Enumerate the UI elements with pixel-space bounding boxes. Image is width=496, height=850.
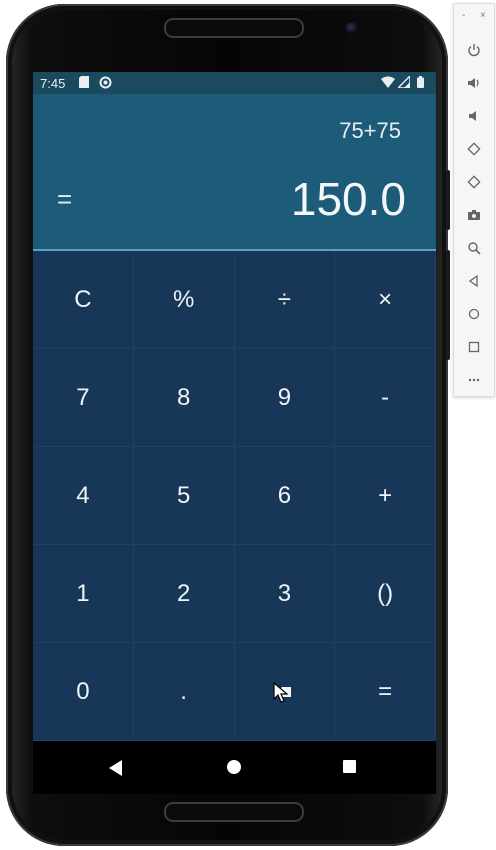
power-icon[interactable] <box>462 38 486 62</box>
keypad: C% ÷ × 7 8 9- 4 5 6 +1 2 3() 0. = <box>33 251 436 741</box>
front-camera <box>346 22 358 34</box>
key-parentheses[interactable]: () <box>335 545 436 643</box>
battery-icon <box>417 76 424 92</box>
rotate-left-icon[interactable] <box>462 137 486 161</box>
sd-card-icon <box>79 76 89 92</box>
zoom-icon[interactable] <box>462 236 486 260</box>
key-digit-3[interactable]: 3 <box>234 545 336 643</box>
status-time: 7:45 <box>40 76 66 91</box>
camera-icon[interactable] <box>462 203 486 227</box>
key-digit-4[interactable]: 4 <box>33 447 134 545</box>
key-digit-5[interactable]: 5 <box>133 447 235 545</box>
key-percent[interactable]: % <box>133 251 235 349</box>
minimize-button[interactable]: - <box>462 10 465 21</box>
navigation-bar <box>33 741 436 794</box>
rotate-right-icon[interactable] <box>462 170 486 194</box>
volume-down-icon[interactable] <box>462 104 486 128</box>
top-speaker <box>164 18 304 38</box>
home-icon[interactable] <box>462 302 486 326</box>
phone-frame: 7:45 75+75 = 150.0 C% ÷ × 7 8 9- 4 5 6 +1 2 3() 0. = <box>6 4 448 846</box>
key-digit-7[interactable]: 7 <box>33 349 134 447</box>
volume-up-icon[interactable] <box>462 71 486 95</box>
power-side-button <box>446 170 450 230</box>
emulator-toolbar: - × <box>453 3 495 397</box>
key-decimal[interactable]: . <box>133 643 235 741</box>
key-digit-8[interactable]: 8 <box>133 349 235 447</box>
volume-side-button <box>446 250 450 360</box>
result-text: 150.0 <box>290 173 406 225</box>
result-equals-sign: = <box>57 184 73 214</box>
key-digit-9[interactable]: 9 <box>234 349 336 447</box>
bottom-speaker <box>164 802 304 822</box>
nav-recents-icon[interactable] <box>343 760 356 773</box>
device-screen: 7:45 75+75 = 150.0 C% ÷ × 7 8 9- 4 5 6 +1 2 3() 0. = <box>33 72 436 794</box>
signal-icon <box>396 74 411 92</box>
status-bar: 7:45 <box>33 72 436 94</box>
key-equals[interactable]: = <box>335 643 436 741</box>
wifi-icon <box>381 76 395 92</box>
key-subtract[interactable]: - <box>335 349 436 447</box>
expression-text: 75+75 <box>339 118 401 143</box>
key-divide[interactable]: ÷ <box>234 251 336 349</box>
key-digit-6[interactable]: 6 <box>234 447 336 545</box>
sync-icon <box>99 76 112 93</box>
nav-home-icon[interactable] <box>227 760 241 774</box>
close-button[interactable]: × <box>480 10 486 21</box>
calculator-display: 75+75 = 150.0 <box>33 94 436 249</box>
key-multiply[interactable]: × <box>335 251 436 349</box>
nav-back-icon[interactable] <box>109 760 122 776</box>
more-icon[interactable] <box>462 368 486 392</box>
key-add[interactable]: + <box>335 447 436 545</box>
key-digit-0[interactable]: 0 <box>33 643 134 741</box>
key-clear[interactable]: C <box>33 251 134 349</box>
overview-icon[interactable] <box>462 335 486 359</box>
back-icon[interactable] <box>462 269 486 293</box>
mouse-cursor-icon <box>273 682 289 703</box>
key-digit-2[interactable]: 2 <box>133 545 235 643</box>
key-digit-1[interactable]: 1 <box>33 545 134 643</box>
